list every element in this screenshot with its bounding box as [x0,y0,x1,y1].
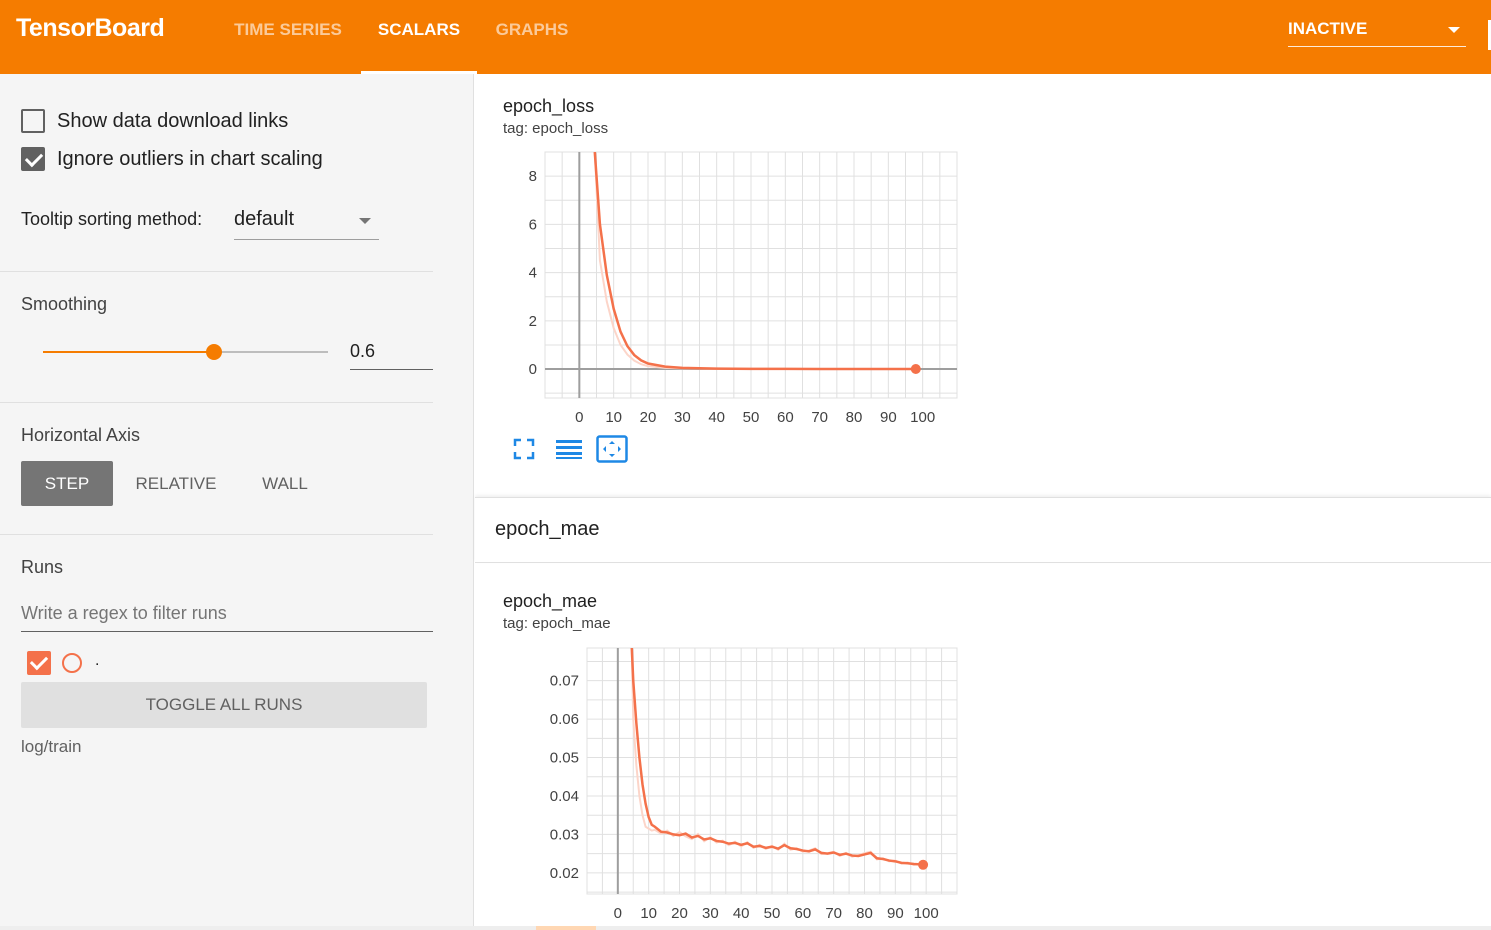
dropdown-caret-icon [1448,27,1460,33]
chart-tag: tag: epoch_mae [503,615,611,632]
epoch-loss-chart[interactable]: 0 10 20 30 40 50 60 70 80 90 100 0 2 4 6 8 [515,144,965,429]
y-tick-label: 0.05 [550,750,579,767]
bottom-scroll-thumb[interactable] [536,926,596,930]
last-point-marker [910,364,921,375]
y-tick-label: 0.03 [550,826,579,843]
x-tick-label: 20 [671,905,688,922]
x-tick-label: 0 [575,409,583,426]
axis-step-button[interactable]: STEP [21,461,113,506]
x-tick-label: 90 [887,905,904,922]
ignore-outliers-row[interactable]: Ignore outliers in chart scaling [21,147,323,171]
group-title: epoch_mae [495,518,600,540]
smoothing-slider[interactable] [43,344,328,360]
y-tick-label: 0.07 [550,673,579,690]
chart-tag: tag: epoch_loss [503,120,609,137]
run-path: log/train [21,737,82,756]
x-tick-label: 50 [764,905,781,922]
tab-graphs[interactable]: GRAPHS [483,0,581,74]
chart-title: epoch_loss [503,96,595,116]
divider [0,402,433,403]
fullscreen-icon[interactable] [513,438,535,460]
fit-domain-icon[interactable] [596,435,628,463]
y-tick-label: 8 [529,168,537,185]
x-tick-label: 100 [910,409,935,426]
tooltip-sorting-dropdown[interactable]: default [234,204,379,240]
y-tick-label: 0.06 [550,711,579,728]
sidebar: Show data download links Ignore outliers… [0,74,474,930]
y-tick-label: 6 [529,216,537,233]
y-tick-label: 0 [529,361,537,378]
x-tick-label: 70 [825,905,842,922]
dropdown-caret-icon [359,218,371,224]
inactive-dropdown-label: INACTIVE [1288,19,1368,38]
x-tick-label: 80 [846,409,863,426]
tab-time-series[interactable]: TIME SERIES [222,0,354,74]
x-tick-label: 50 [743,409,760,426]
x-tick-label: 20 [640,409,657,426]
x-tick-label: 70 [811,409,828,426]
x-tick-label: 30 [674,409,691,426]
run-name: . [95,652,100,669]
bottom-scroll-strip [0,926,1491,930]
main-content: epoch_loss tag: epoch_loss 0 10 20 30 40 50 60… [475,74,1491,930]
x-tick-label: 90 [880,409,897,426]
horizontal-axis-label: Horizontal Axis [21,425,141,445]
tooltip-sorting-value: default [234,208,295,230]
y-tick-label: 2 [529,313,537,330]
top-app-bar: TensorBoard TIME SERIES SCALARS GRAPHS I… [0,0,1491,74]
epoch-mae-chart[interactable]: 0 10 20 30 40 50 60 70 80 90 100 0.02 0.03 0.04 0.05 0.… [515,640,965,925]
ignore-outliers-checkbox[interactable] [21,147,45,171]
run-radio[interactable] [62,653,82,673]
axis-wall-button[interactable]: WALL [242,461,328,506]
x-tick-label: 100 [914,905,939,922]
y-tick-label: 0.04 [550,788,579,805]
x-tick-label: 30 [702,905,719,922]
x-tick-label: 80 [856,905,873,922]
toggle-log-scale-icon[interactable] [555,438,583,460]
app-title: TensorBoard [16,14,165,42]
x-tick-label: 40 [733,905,750,922]
smoothing-slider-fill [43,351,214,353]
run-checkbox[interactable] [27,651,51,675]
x-tick-label: 10 [640,905,657,922]
smoothing-slider-knob[interactable] [206,344,222,360]
y-tick-label: 0.02 [550,865,579,882]
group-header[interactable]: epoch_mae [475,497,1491,563]
run-filter-input[interactable]: Write a regex to filter runs [21,598,433,632]
divider [0,271,433,272]
x-tick-label: 60 [777,409,794,426]
tab-scalars[interactable]: SCALARS [361,0,477,74]
divider [0,534,433,535]
show-download-links-row[interactable]: Show data download links [21,109,288,133]
y-tick-label: 4 [529,265,537,282]
show-download-links-label: Show data download links [57,109,289,132]
x-tick-label: 0 [614,905,622,922]
toggle-all-runs-button[interactable]: TOGGLE ALL RUNS [21,682,427,728]
runs-label: Runs [21,557,64,577]
last-point-marker [918,859,929,870]
smoothing-label: Smoothing [21,294,108,314]
inactive-plugins-dropdown[interactable]: INACTIVE [1288,14,1466,47]
x-tick-label: 10 [605,409,622,426]
tooltip-sorting-label: Tooltip sorting method: [21,209,203,229]
x-tick-label: 40 [708,409,725,426]
ignore-outliers-label: Ignore outliers in chart scaling [57,147,323,170]
chart-title: epoch_mae [503,591,598,611]
show-download-links-checkbox[interactable] [21,109,45,133]
axis-relative-button[interactable]: RELATIVE [124,461,228,506]
smoothing-input[interactable]: 0.6 [350,336,433,370]
x-tick-label: 60 [794,905,811,922]
